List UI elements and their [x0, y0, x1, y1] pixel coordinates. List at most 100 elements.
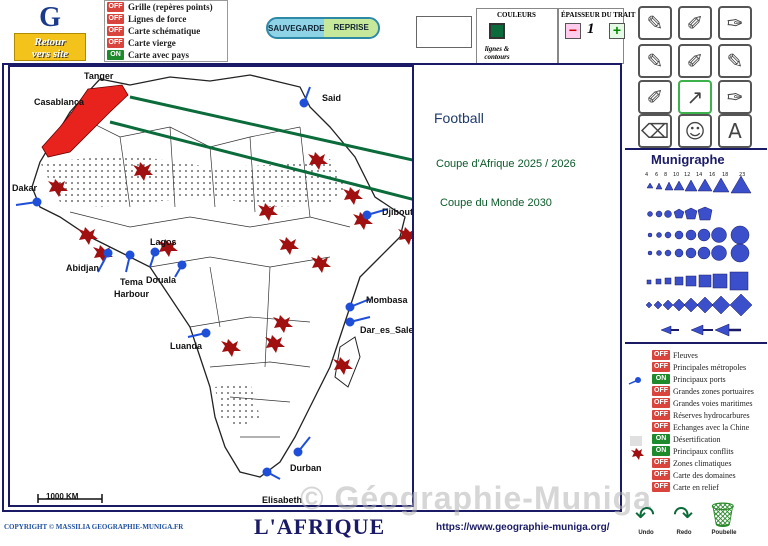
- city-dakar: Dakar: [12, 183, 38, 193]
- africa-map-svg: [15, 74, 412, 503]
- map-title[interactable]: Football: [434, 110, 484, 126]
- line-tool-icon[interactable]: ✑: [718, 80, 752, 114]
- city-casablanca: Casablanca: [34, 97, 85, 107]
- conflict-symbol-icon: [631, 448, 644, 460]
- pen-tool-icon[interactable]: ✐: [678, 6, 712, 40]
- toggle-badge[interactable]: OFF: [107, 2, 124, 12]
- thickness-value: 1: [587, 21, 595, 37]
- toggle-badge[interactable]: OFF: [652, 350, 670, 360]
- option-label: Grille (repères points): [128, 2, 213, 12]
- undo-button[interactable]: ↶ Undo: [628, 500, 664, 540]
- mascot-icon[interactable]: ☺: [678, 114, 712, 148]
- polygon-tool-icon[interactable]: ✎: [718, 44, 752, 78]
- legend-label: Grandes zones portuaires: [673, 386, 754, 396]
- option-force-lines[interactable]: OFF Lignes de force: [105, 13, 227, 25]
- text-input-box[interactable]: [416, 16, 472, 48]
- circle-pen-tool-icon[interactable]: ✑: [718, 6, 752, 40]
- legend-conflicts[interactable]: ON Principaux conflits: [650, 446, 734, 456]
- toggle-badge[interactable]: ON: [652, 374, 670, 384]
- logo[interactable]: G Retour vers site: [14, 3, 86, 61]
- city-lagos: Lagos: [150, 237, 177, 247]
- shape-palette[interactable]: 4 6 8 10 12 14 16 18 23: [625, 150, 767, 346]
- legend-rivers[interactable]: OFF Fleuves: [650, 350, 698, 360]
- option-grid[interactable]: OFF Grille (repères points): [105, 1, 227, 13]
- options-panel: OFF Grille (repères points) OFF Lignes de …: [104, 0, 228, 62]
- option-label: Carte schématique: [128, 26, 201, 36]
- legend-label: Réserves hydrocarbures: [673, 410, 750, 420]
- color-swatch[interactable]: [489, 23, 505, 39]
- legend-domains[interactable]: OFF Carte des domaines: [650, 470, 736, 480]
- page-title: L'AFRIQUE: [254, 514, 386, 539]
- redo-label: Redo: [676, 530, 692, 536]
- legend-climate[interactable]: OFF Zones climatiques: [650, 458, 731, 468]
- undo-icon: ↶: [634, 501, 656, 529]
- legend-label: Désertification: [673, 434, 721, 444]
- legend-china-trade[interactable]: OFF Echanges avec la Chine: [650, 422, 749, 432]
- rectangle-tool-icon[interactable]: ✐: [678, 44, 712, 78]
- thickness-panel: ÉPAISSEUR DU TRAIT − 1 +: [558, 8, 635, 64]
- toggle-badge[interactable]: ON: [107, 50, 124, 60]
- legend-desertification[interactable]: ON Désertification: [650, 434, 721, 444]
- arrow-tool-icon[interactable]: ↗: [678, 80, 712, 114]
- svg-text:18: 18: [722, 172, 728, 178]
- legend-label: Principales métropoles: [673, 362, 747, 372]
- legend-symbols: [628, 377, 644, 460]
- africa-map[interactable]: Tanger Casablanca Dakar Abidjan Tema Har…: [8, 65, 414, 507]
- legend-ports[interactable]: ON Principaux ports: [650, 374, 726, 384]
- eraser-tool-icon[interactable]: ⌫: [638, 114, 672, 148]
- city-mombasa: Mombasa: [366, 295, 408, 305]
- annotation-world-cup[interactable]: Coupe du Monde 2030: [440, 197, 552, 209]
- legend-label: Principaux ports: [673, 374, 726, 384]
- toggle-badge[interactable]: OFF: [107, 14, 124, 24]
- city-djibouti: Djibouti: [382, 207, 414, 217]
- option-label: Carte avec pays: [128, 50, 189, 60]
- trash-label: Poubelle: [711, 530, 737, 536]
- pencil-tool-icon[interactable]: ✎: [638, 6, 672, 40]
- toggle-badge[interactable]: OFF: [652, 398, 670, 408]
- toggle-badge[interactable]: OFF: [652, 410, 670, 420]
- toggle-badge[interactable]: OFF: [652, 458, 670, 468]
- legend-label: Carte des domaines: [673, 470, 736, 480]
- munigraphe-panel: Munigraphe 46 8 10 12 14 16 18 23: [625, 148, 767, 344]
- thickness-plus-button[interactable]: +: [609, 23, 625, 39]
- thickness-minus-button[interactable]: −: [565, 23, 581, 39]
- legend-label: Echanges avec la Chine: [673, 422, 750, 432]
- toggle-badge[interactable]: OFF: [107, 38, 124, 48]
- toggle-badge[interactable]: OFF: [652, 482, 670, 492]
- toggle-badge[interactable]: OFF: [652, 470, 670, 480]
- logo-letters: G: [39, 2, 61, 33]
- watermark: © Géographie-Muniga: [300, 480, 652, 516]
- legend-metropoles[interactable]: OFF Principales métropoles: [650, 362, 746, 372]
- city-elisabeth: Elisabeth: [262, 495, 303, 505]
- site-link[interactable]: https://www.geographie-muniga.org/: [436, 522, 610, 533]
- toggle-badge[interactable]: ON: [652, 434, 670, 444]
- option-countries[interactable]: ON Carte avec pays: [105, 49, 227, 61]
- legend-relief[interactable]: OFF Carte en relief: [650, 482, 719, 492]
- trash-button[interactable]: 🗑 Poubelle: [706, 500, 742, 540]
- toggle-badge[interactable]: OFF: [107, 26, 124, 36]
- city-said: Said: [322, 93, 342, 103]
- svg-text:4: 4: [645, 172, 648, 178]
- legend-maritime-routes[interactable]: OFF Grandes voies maritimes: [650, 398, 753, 408]
- redo-button[interactable]: ↷ Redo: [666, 500, 702, 540]
- fill-tool-icon[interactable]: ✐: [638, 80, 672, 114]
- toggle-badge[interactable]: OFF: [652, 386, 670, 396]
- option-blank-map[interactable]: OFF Carte vierge: [105, 37, 227, 49]
- size-labels: 4 6 8 10 12 14 16 18 23: [645, 172, 745, 178]
- restore-button[interactable]: REPRISE: [324, 19, 378, 37]
- save-restore-control: SAUVEGARDE REPRISE: [266, 17, 380, 39]
- text-tool-icon[interactable]: A: [718, 114, 752, 148]
- back-to-site-button[interactable]: Retour vers site: [14, 33, 86, 61]
- toggle-badge[interactable]: OFF: [652, 362, 670, 372]
- oval-tool-icon[interactable]: ✎: [638, 44, 672, 78]
- legend-port-zones[interactable]: OFF Grandes zones portuaires: [650, 386, 754, 396]
- legend-label: Grandes voies maritimes: [673, 398, 753, 408]
- toggle-badge[interactable]: OFF: [652, 422, 670, 432]
- option-schematic[interactable]: OFF Carte schématique: [105, 25, 227, 37]
- annotation-can[interactable]: Coupe d'Afrique 2025 / 2026: [436, 158, 576, 170]
- save-button[interactable]: SAUVEGARDE: [268, 24, 324, 33]
- app-root: G Retour vers site OFF Grille (repères po…: [0, 0, 768, 546]
- africa-outline: [31, 74, 406, 478]
- legend-hydrocarbons[interactable]: OFF Réserves hydrocarbures: [650, 410, 750, 420]
- toggle-badge[interactable]: ON: [652, 446, 670, 456]
